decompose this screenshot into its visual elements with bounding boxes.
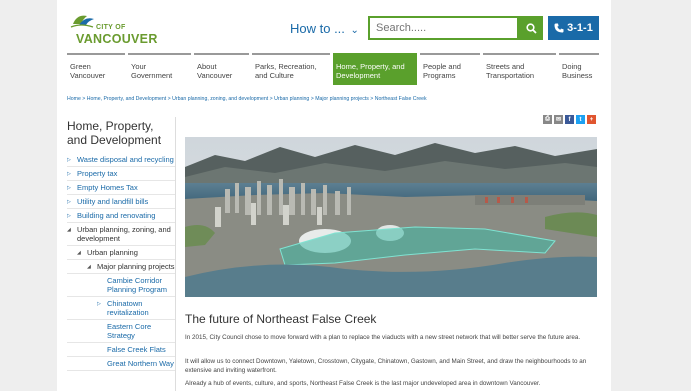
- triangle-down-icon: ◢: [87, 264, 91, 270]
- nav-item-label: About Vancouver: [197, 62, 233, 80]
- article-paragraph: In 2015, City Council chose to move forw…: [185, 334, 581, 341]
- nav-item-green-vancouver[interactable]: Green Vancouver: [67, 53, 125, 85]
- city-logo[interactable]: CITY OF VANCOUVER: [67, 10, 158, 46]
- sidebar-item-false-creek-flats[interactable]: False Creek Flats: [67, 343, 175, 357]
- nav-item-label: Your Government: [131, 62, 173, 80]
- facebook-icon[interactable]: f: [565, 115, 574, 124]
- sidebar-item-waste-disposal[interactable]: ▷ Waste disposal and recycling: [67, 153, 175, 167]
- hero-image-aerial-view: [185, 137, 597, 297]
- logo-text-city-of: CITY OF: [96, 24, 126, 31]
- triangle-right-icon: ▷: [67, 213, 71, 219]
- triangle-right-icon: ▷: [67, 185, 71, 191]
- sidebar-item-label: Building and renovating: [77, 211, 156, 220]
- how-to-dropdown[interactable]: How to ... ⌄: [290, 21, 359, 36]
- triangle-right-icon: ▷: [67, 199, 71, 205]
- sidebar-item-label: Urban planning: [87, 248, 138, 257]
- sidebar-divider: [175, 117, 176, 391]
- triangle-right-icon: ▷: [67, 157, 71, 163]
- sidebar-item-empty-homes-tax[interactable]: ▷ Empty Homes Tax: [67, 181, 175, 195]
- triangle-right-icon: ▷: [67, 171, 71, 177]
- chevron-down-icon: ⌄: [350, 25, 359, 36]
- sidebar-item-chinatown[interactable]: ▷ Chinatown revitalization: [67, 297, 175, 320]
- nav-item-doing-business[interactable]: Doing Business: [559, 53, 599, 85]
- triangle-right-icon: ▷: [97, 301, 101, 307]
- sidebar-item-label: Chinatown revitalization: [107, 299, 149, 317]
- sidebar-item-label: Urban planning, zoning, and development: [77, 225, 171, 243]
- share-toolbar: ⎙ ✉ f t +: [543, 115, 596, 124]
- main-nav: Green Vancouver Your Government About Va…: [67, 53, 599, 85]
- sidebar-item-property-tax[interactable]: ▷ Property tax: [67, 167, 175, 181]
- sidebar-item-urban-planning-zoning[interactable]: ◢ Urban planning, zoning, and developmen…: [67, 223, 175, 246]
- phone-icon: [554, 23, 564, 33]
- sidebar-title[interactable]: Home, Property, and Development: [67, 119, 175, 147]
- call-311-label: 3-1-1: [567, 22, 593, 34]
- nav-item-label: Streets and Transportation: [486, 62, 535, 80]
- sidebar-item-building-renovating[interactable]: ▷ Building and renovating: [67, 209, 175, 223]
- sidebar-item-label: Waste disposal and recycling: [77, 155, 174, 164]
- twitter-icon[interactable]: t: [576, 115, 585, 124]
- logo-text-vancouver: VANCOUVER: [76, 32, 158, 46]
- sidebar-item-label: Utility and landfill bills: [77, 197, 149, 206]
- nav-item-label: Home, Property, and Development: [336, 62, 405, 80]
- search-icon: [525, 22, 537, 34]
- sidebar-item-label: Cambie Corridor Planning Program: [107, 276, 168, 294]
- article-paragraph: Already a hub of events, culture, and sp…: [185, 380, 541, 387]
- add-icon[interactable]: +: [587, 115, 596, 124]
- sidebar-item-label: Major planning projects: [97, 262, 175, 271]
- print-icon[interactable]: ⎙: [543, 115, 552, 124]
- sidebar-item-label: False Creek Flats: [107, 345, 166, 354]
- article-title: The future of Northeast False Creek: [185, 312, 377, 326]
- sidebar: Home, Property, and Development ▷ Waste …: [67, 119, 175, 371]
- nav-item-streets-transportation[interactable]: Streets and Transportation: [483, 53, 556, 85]
- sidebar-item-label: Empty Homes Tax: [77, 183, 138, 192]
- sidebar-item-eastern-core[interactable]: Eastern Core Strategy: [67, 320, 175, 343]
- search-input[interactable]: [370, 18, 517, 38]
- search-box: [368, 16, 519, 40]
- sidebar-item-label: Eastern Core Strategy: [107, 322, 152, 340]
- nav-item-label: Green Vancouver: [70, 62, 106, 80]
- nav-item-people-programs[interactable]: People and Programs: [420, 53, 480, 85]
- sidebar-item-cambie-corridor[interactable]: Cambie Corridor Planning Program: [67, 274, 175, 297]
- nav-item-label: Doing Business: [562, 62, 593, 80]
- email-icon[interactable]: ✉: [554, 115, 563, 124]
- nav-item-label: People and Programs: [423, 62, 461, 80]
- nav-item-parks-recreation-culture[interactable]: Parks, Recreation, and Culture: [252, 53, 330, 85]
- triangle-down-icon: ◢: [67, 227, 71, 233]
- sidebar-item-great-northern-way[interactable]: Great Northern Way: [67, 357, 175, 371]
- breadcrumb[interactable]: Home > Home, Property, and Development >…: [67, 96, 427, 102]
- article-paragraph: It will allow us to connect Downtown, Ya…: [185, 358, 587, 374]
- sidebar-item-label: Property tax: [77, 169, 118, 178]
- nav-item-about-vancouver[interactable]: About Vancouver: [194, 53, 249, 85]
- sidebar-item-utility-bills[interactable]: ▷ Utility and landfill bills: [67, 195, 175, 209]
- search-button[interactable]: [519, 16, 543, 40]
- page: CITY OF VANCOUVER How to ... ⌄ 3-1-1 Gre…: [57, 0, 611, 391]
- triangle-down-icon: ◢: [77, 250, 81, 256]
- sidebar-item-label: Great Northern Way: [107, 359, 174, 368]
- nav-item-your-government[interactable]: Your Government: [128, 53, 191, 85]
- sidebar-item-urban-planning[interactable]: ◢ Urban planning: [67, 246, 175, 260]
- nav-item-label: Parks, Recreation, and Culture: [255, 62, 317, 80]
- nav-item-home-property-development[interactable]: Home, Property, and Development: [333, 53, 417, 85]
- how-to-label: How to ...: [290, 21, 345, 36]
- call-311-button[interactable]: 3-1-1: [548, 16, 599, 40]
- sidebar-item-major-planning-projects[interactable]: ◢ Major planning projects: [67, 260, 175, 274]
